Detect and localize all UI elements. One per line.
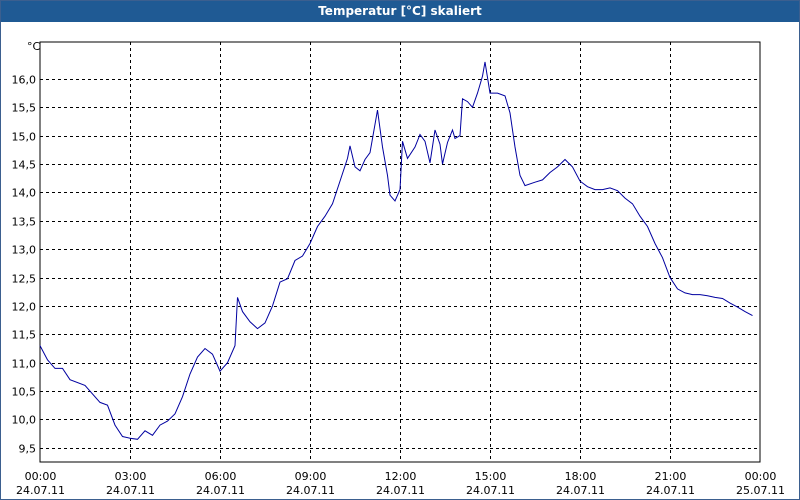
x-tick-time: 21:00 xyxy=(655,470,687,483)
y-tick-label: 10,0 xyxy=(12,414,37,427)
x-tick-date: 24.07.11 xyxy=(16,484,65,497)
x-tick-date: 25.07.11 xyxy=(736,484,785,497)
x-tick-time: 09:00 xyxy=(295,470,327,483)
y-tick-label: 12,5 xyxy=(12,273,37,286)
y-tick-label: 15,0 xyxy=(12,131,37,144)
y-tick-label: 15,5 xyxy=(12,102,37,115)
x-axis-ticks: 00:0024.07.1103:0024.07.1106:0024.07.110… xyxy=(16,470,785,497)
x-tick-date: 24.07.11 xyxy=(646,484,695,497)
y-tick-label: 16,0 xyxy=(12,74,37,87)
x-tick-time: 12:00 xyxy=(385,470,417,483)
x-tick-time: 03:00 xyxy=(115,470,147,483)
x-tick-time: 18:00 xyxy=(565,470,597,483)
y-tick-label: 11,0 xyxy=(12,358,37,371)
x-tick-date: 24.07.11 xyxy=(376,484,425,497)
x-tick-time: 00:00 xyxy=(745,470,777,483)
y-tick-label: 12,0 xyxy=(12,301,37,314)
y-tick-label: 11,5 xyxy=(12,329,37,342)
x-tick-date: 24.07.11 xyxy=(556,484,605,497)
x-tick-time: 00:00 xyxy=(25,470,57,483)
y-tick-label: 14,5 xyxy=(12,159,37,172)
x-tick-date: 24.07.11 xyxy=(106,484,155,497)
y-axis-unit: °C xyxy=(27,40,41,53)
x-tick-date: 24.07.11 xyxy=(466,484,515,497)
x-tick-date: 24.07.11 xyxy=(286,484,335,497)
x-tick-time: 06:00 xyxy=(205,470,237,483)
y-axis-ticks: 9,5 10,0 10,5 11,0 11,5 12,0 12,5 13,0 13,5 14,0 1… xyxy=(12,74,37,456)
y-tick-label: 13,5 xyxy=(12,216,37,229)
y-tick-label: 10,5 xyxy=(12,386,37,399)
y-tick-label: 13,0 xyxy=(12,244,37,257)
x-tick-time: 15:00 xyxy=(475,470,507,483)
y-tick-label: 14,0 xyxy=(12,187,37,200)
temperature-chart: 9,5 10,0 10,5 11,0 11,5 12,0 12,5 13,0 13,5 14,0 1… xyxy=(12,40,785,497)
y-tick-label: 9,5 xyxy=(19,443,37,456)
x-tick-date: 24.07.11 xyxy=(196,484,245,497)
